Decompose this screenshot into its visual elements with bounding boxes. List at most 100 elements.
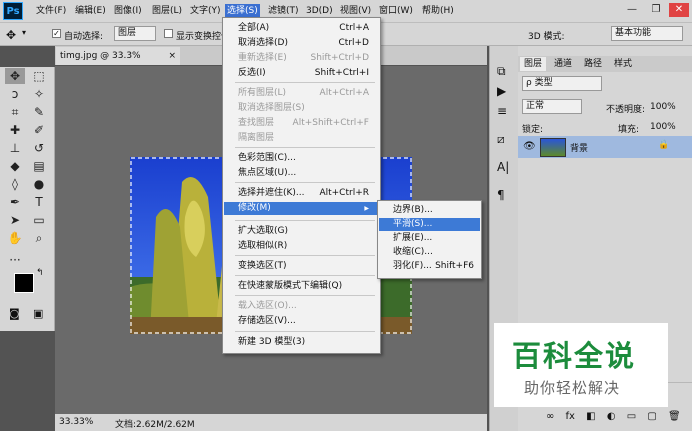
path-selection-tool-icon[interactable]: ➤ (5, 212, 25, 228)
menu-item-label: 在快速蒙版模式下编辑(Q) (238, 281, 343, 291)
menu-3d[interactable]: 3D(D) (304, 4, 335, 18)
menu-layer[interactable]: 图层(L) (150, 4, 184, 18)
visibility-eye-icon[interactable]: 👁 (523, 141, 536, 152)
new-group-icon[interactable]: ▭ (627, 411, 636, 422)
tab-styles[interactable]: 样式 (610, 57, 636, 71)
swap-colors-icon[interactable]: ↰ (36, 268, 44, 278)
menu-help[interactable]: 帮助(H) (420, 4, 456, 18)
workspace-dropdown[interactable]: 基本功能 (611, 26, 683, 41)
select-menu-item[interactable]: 取消选择(D) Ctrl+D (224, 37, 379, 50)
eyedropper-tool-icon[interactable]: ✎ (29, 104, 49, 120)
menu-item-label: 存储选区(V)... (238, 316, 296, 326)
tab-channels[interactable]: 通道 (550, 57, 576, 71)
menu-item-label: 收缩(C)... (393, 247, 433, 257)
menu-select[interactable]: 选择(S) (225, 4, 260, 18)
menu-type[interactable]: 文字(Y) (188, 4, 223, 18)
layer-mask-icon[interactable]: ◧ (586, 411, 595, 422)
select-menu-item[interactable]: 选取相似(R) (224, 240, 379, 253)
clone-stamp-tool-icon[interactable]: ⊥ (5, 140, 25, 156)
modify-submenu-item[interactable]: 边界(B)... (379, 204, 480, 217)
properties-panel-icon[interactable]: ≡ (497, 104, 507, 118)
fill-value[interactable]: 100% (650, 122, 676, 132)
select-menu-item[interactable]: 选择并遮住(K)... Alt+Ctrl+R (224, 187, 379, 200)
character-panel-icon[interactable]: A| (497, 160, 509, 174)
paragraph-panel-icon[interactable]: ¶ (497, 188, 505, 202)
opacity-value[interactable]: 100% (650, 102, 676, 112)
blend-mode-dropdown[interactable]: 正常 (522, 99, 582, 114)
close-tab-icon[interactable]: × (168, 47, 176, 65)
tool-preset-chevron-icon[interactable]: ▾ (22, 28, 26, 37)
zoom-tool-icon[interactable]: ⌕ (29, 230, 49, 246)
layer-panel-footer-icons[interactable]: ∞ fx ◧ ◐ ▭ ▢ 🗑 (546, 411, 681, 422)
close-button[interactable]: ✕ (669, 3, 689, 17)
layer-name[interactable]: 背景 (570, 141, 588, 154)
delete-layer-icon[interactable]: 🗑 (668, 411, 681, 422)
menu-filter[interactable]: 滤镜(T) (266, 4, 301, 18)
actions-panel-icon[interactable]: ▶ (497, 84, 506, 98)
select-menu-item[interactable]: 扩大选取(G) (224, 225, 379, 238)
select-menu-item[interactable]: 反选(I) Shift+Ctrl+I (224, 67, 379, 80)
healing-brush-tool-icon[interactable]: ✚ (5, 122, 25, 138)
layer-row-background[interactable]: 👁 背景 🔒 (518, 136, 692, 158)
show-transform-checkbox[interactable] (164, 29, 173, 38)
history-panel-icon[interactable]: ⧉ (497, 64, 506, 79)
shape-tool-icon[interactable]: ▭ (29, 212, 49, 228)
select-menu-item: 重新选择(E) Shift+Ctrl+D (224, 52, 379, 65)
3d-mode-label: 3D 模式: (528, 32, 565, 42)
minimize-button[interactable]: — (622, 3, 642, 17)
menu-file[interactable]: 文件(F) (34, 4, 68, 18)
menu-view[interactable]: 视图(V) (338, 4, 373, 18)
lasso-tool-icon[interactable]: ↄ (5, 86, 25, 102)
tab-layers[interactable]: 图层 (520, 57, 547, 71)
magic-wand-tool-icon[interactable]: ✧ (29, 86, 49, 102)
foreground-color-swatch[interactable] (14, 273, 34, 293)
modify-submenu-item[interactable]: 扩展(E)... (379, 232, 480, 245)
gradient-tool-icon[interactable]: ▤ (29, 158, 49, 174)
screen-mode-icon[interactable]: ▣ (33, 307, 43, 320)
select-menu-item[interactable]: 存储选区(V)... (224, 315, 379, 328)
new-layer-icon[interactable]: ▢ (647, 411, 656, 422)
menu-window[interactable]: 窗口(W) (377, 4, 415, 18)
edit-toolbar-icon[interactable]: ··· (5, 252, 25, 268)
blur-tool-icon[interactable]: ◊ (5, 176, 25, 192)
opacity-label: 不透明度: (606, 105, 646, 115)
hand-tool-icon[interactable]: ✋ (5, 230, 25, 246)
menu-edit[interactable]: 编辑(E) (73, 4, 108, 18)
menu-item-label: 平滑(S)... (393, 219, 433, 229)
tab-paths[interactable]: 路径 (580, 57, 606, 71)
select-menu-item[interactable]: 变换选区(T) (224, 260, 379, 273)
type-tool-icon[interactable]: T (29, 194, 49, 210)
eraser-tool-icon[interactable]: ◆ (5, 158, 25, 174)
menu-image[interactable]: 图像(I) (112, 4, 144, 18)
select-menu-item[interactable]: 新建 3D 模型(3) (224, 336, 379, 349)
marquee-tool-icon[interactable]: ⬚ (29, 68, 49, 84)
crop-tool-icon[interactable]: ⌗ (5, 104, 25, 120)
select-menu-item[interactable]: 全部(A) Ctrl+A (224, 22, 379, 35)
select-menu-item[interactable]: 焦点区域(U)... (224, 167, 379, 180)
restore-button[interactable]: ❐ (646, 3, 666, 17)
dodge-tool-icon[interactable]: ● (29, 176, 49, 192)
layer-filter-field[interactable]: ρ 类型 (522, 76, 602, 91)
auto-select-checkbox[interactable]: ✓ (52, 29, 61, 38)
menu-item-label: 取消选择(D) (238, 38, 288, 48)
menu-item-label: 载入选区(O)... (238, 301, 297, 311)
move-tool-icon[interactable]: ✥ (6, 28, 16, 42)
auto-select-target-dropdown[interactable]: 图层 (114, 26, 156, 41)
link-layers-icon[interactable]: ∞ (546, 411, 554, 422)
adjustments-panel-icon[interactable]: ⧄ (497, 132, 505, 147)
brush-tool-icon[interactable]: ✐ (29, 122, 49, 138)
select-menu-item[interactable]: 在快速蒙版模式下编辑(Q) (224, 280, 379, 293)
quick-mask-icon[interactable]: ◙ (9, 307, 20, 320)
modify-submenu-item[interactable]: 收缩(C)... (379, 246, 480, 259)
zoom-level[interactable]: 33.33% (59, 417, 93, 427)
history-brush-tool-icon[interactable]: ↺ (29, 140, 49, 156)
select-menu-item[interactable]: 色彩范围(C)... (224, 152, 379, 165)
document-tab[interactable]: timg.jpg @ 33.3%(RGB/8#) × (56, 47, 180, 79)
adjustment-layer-icon[interactable]: ◐ (607, 411, 616, 422)
modify-submenu-item[interactable]: 平滑(S)... (379, 218, 480, 231)
pen-tool-icon[interactable]: ✒ (5, 194, 25, 210)
move-tool-icon[interactable]: ✥ (5, 68, 25, 84)
select-menu-item[interactable]: 修改(M) ▶ (224, 202, 379, 215)
layer-style-icon[interactable]: fx (566, 411, 575, 422)
modify-submenu-item[interactable]: 羽化(F)... Shift+F6 (379, 260, 480, 273)
